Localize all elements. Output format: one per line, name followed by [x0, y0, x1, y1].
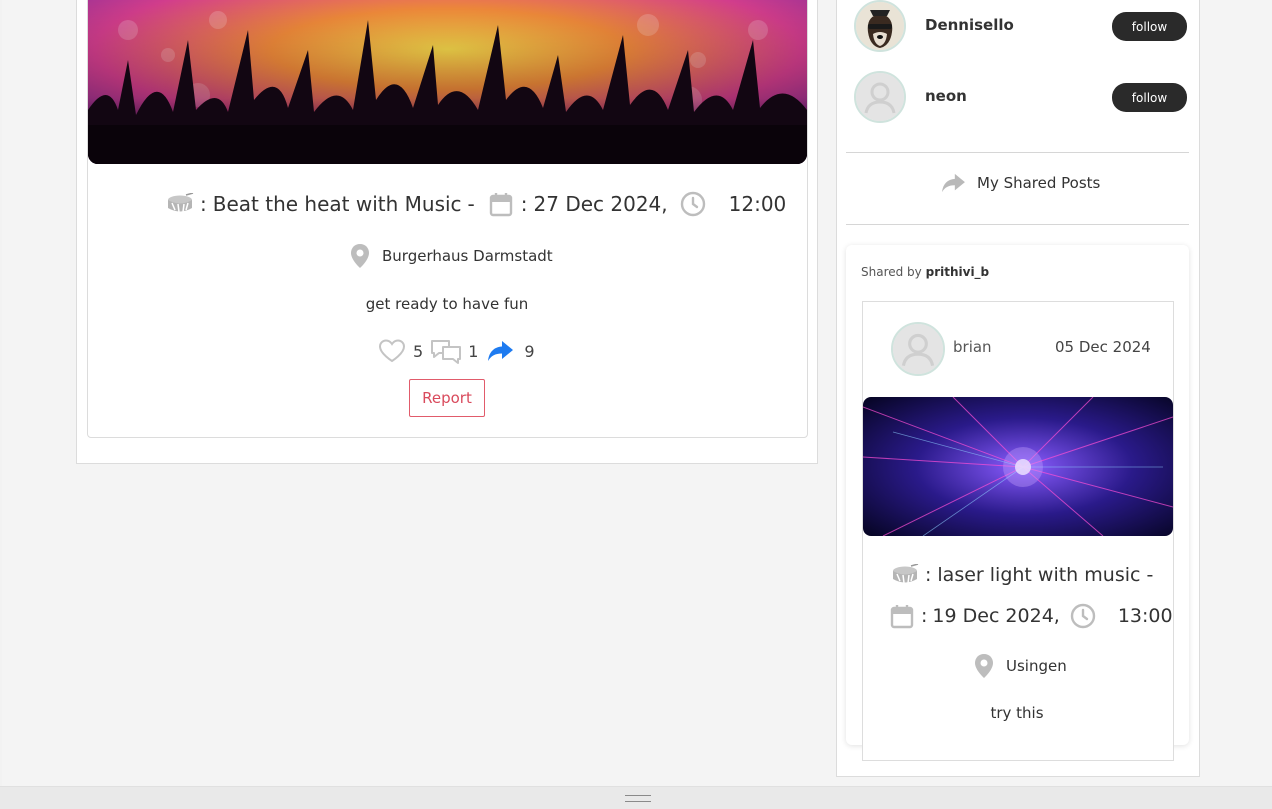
- suggestion-item: Dennisello follow: [854, 0, 1190, 56]
- share-icon: [940, 172, 966, 194]
- suggestion-username[interactable]: neon: [925, 87, 967, 105]
- shared-by-user[interactable]: prithivi_b: [926, 265, 990, 279]
- post-time: 12:00: [728, 192, 787, 216]
- suggestion-item: neon follow: [854, 71, 1190, 127]
- share-icon[interactable]: [486, 339, 514, 363]
- shared-post-date: 05 Dec 2024: [1055, 338, 1151, 356]
- comment-count: 1: [468, 341, 479, 361]
- post-stats: 5 1 9: [378, 336, 535, 366]
- post-image[interactable]: [88, 0, 807, 164]
- default-user-icon[interactable]: [854, 71, 906, 123]
- drum-icon: [891, 564, 919, 586]
- shared-post-author[interactable]: brian: [953, 338, 992, 356]
- clock-icon: [680, 191, 706, 217]
- comment-icon[interactable]: [429, 337, 463, 365]
- calendar-icon: [489, 191, 513, 217]
- post-location: Burgerhaus Darmstadt: [382, 247, 553, 265]
- post-title: Beat the heat with Music: [212, 192, 462, 216]
- drag-handle-icon[interactable]: [625, 795, 651, 802]
- clock-icon: [1070, 603, 1096, 629]
- heart-icon[interactable]: [378, 339, 406, 363]
- share-count: 9: [524, 341, 535, 361]
- shared-post-datetime-row: : 19 Dec 2024, 13:00: [890, 598, 1173, 634]
- shared-post-time: 13:00: [1117, 605, 1173, 627]
- shared-post-description: try this: [990, 704, 1044, 722]
- post-location-row: Burgerhaus Darmstadt: [350, 240, 553, 272]
- shared-post-image[interactable]: [863, 397, 1173, 536]
- shared-post-location: Usingen: [1006, 657, 1067, 675]
- post-description: get ready to have fun: [365, 295, 529, 313]
- resize-bar[interactable]: [0, 786, 1272, 809]
- shared-post-title: laser light with music: [937, 564, 1141, 586]
- shared-by-label: Shared by prithivi_b: [861, 265, 990, 279]
- shared-posts-heading: My Shared Posts: [940, 168, 1100, 198]
- suggestion-username[interactable]: Dennisello: [925, 16, 1014, 34]
- shared-post-title-row: : laser light with music -: [891, 558, 1153, 592]
- report-button[interactable]: Report: [409, 379, 485, 417]
- shared-post-event-date: 19 Dec 2024,: [932, 605, 1060, 627]
- avatar[interactable]: [854, 0, 906, 52]
- follow-button[interactable]: follow: [1112, 12, 1187, 41]
- shared-post-location-row: Usingen: [974, 650, 1067, 682]
- like-count: 5: [413, 341, 424, 361]
- calendar-icon: [890, 603, 914, 629]
- follow-button[interactable]: follow: [1112, 83, 1187, 112]
- location-pin-icon: [974, 653, 994, 679]
- location-pin-icon: [350, 243, 370, 269]
- divider: [846, 224, 1189, 225]
- default-user-icon[interactable]: [891, 322, 945, 376]
- drum-icon: [166, 193, 194, 215]
- post-title-row: : Beat the heat with Music - : 27 Dec 20…: [166, 186, 786, 222]
- divider: [846, 152, 1189, 153]
- post-date: 27 Dec 2024,: [533, 192, 668, 216]
